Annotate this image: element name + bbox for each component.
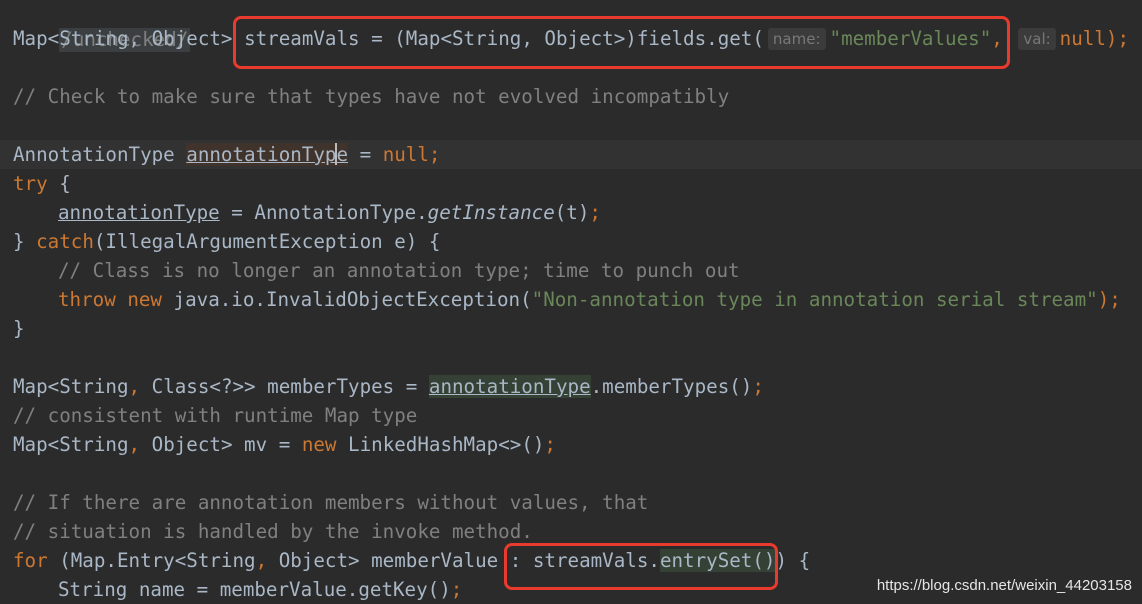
comma: ,	[991, 27, 1003, 50]
statement-text: String name = memberValue.getKey()	[58, 578, 451, 601]
method-entry-set[interactable]: entrySet()	[659, 549, 776, 572]
var-annotation-type[interactable]: annotationType	[428, 375, 591, 398]
code-line-tag: /unchecked/	[0, 0, 1142, 52]
semicolon: ;	[752, 375, 764, 398]
keyword-new: new	[127, 288, 162, 311]
string-member-values: "memberValues"	[829, 27, 992, 50]
null-literal: null	[1059, 27, 1106, 50]
code-line-member-types: Map<String, Class<?>> memberTypes = anno…	[0, 372, 1142, 401]
keyword-for: for	[13, 549, 48, 572]
comment-if-there: // If there are annotation members witho…	[13, 491, 649, 514]
comment-situation: // situation is handled by the invoke me…	[13, 520, 533, 543]
code-line-for: for (Map.Entry<String, Object> memberVal…	[0, 546, 1142, 575]
assign-text: = AnnotationType.	[219, 201, 428, 224]
keyword-new: new	[301, 433, 337, 456]
param-hint-name: name:	[767, 28, 826, 50]
args: (t)	[554, 201, 590, 224]
code-line-get-instance: annotationType = AnnotationType.getInsta…	[0, 198, 1142, 227]
type-text: Map<String	[13, 375, 129, 398]
var-annotation-type[interactable]: annotationType	[186, 143, 349, 166]
var-part-a: annotationTyp	[186, 143, 337, 166]
semicolon: ;	[450, 578, 463, 601]
keyword-throw: throw	[58, 288, 116, 311]
for-head: (Map.Entry<String	[47, 549, 256, 572]
var-streamvals: streamVals.	[532, 549, 660, 572]
for-head-2: Object> memberValue :	[267, 549, 533, 572]
for-end: ) {	[775, 549, 811, 572]
string-exception-message: "Non-annotation type in annotation seria…	[531, 288, 1098, 311]
var-part-b: e	[336, 143, 349, 166]
watermark: https://blog.csdn.net/weixin_44203158	[876, 577, 1132, 594]
statement-end: );	[1105, 27, 1129, 50]
keyword-catch: catch	[36, 230, 94, 253]
null-literal: null	[382, 143, 429, 166]
class-linked-hash-map: LinkedHashMap<>()	[336, 433, 545, 456]
method-call: .memberTypes()	[590, 375, 753, 398]
code-editor[interactable]: /unchecked/ Map<String, Object> streamVa…	[0, 0, 1142, 604]
type-text-2: Class<?>> memberTypes =	[140, 375, 429, 398]
code-line-throw: throw new java.io.InvalidObjectException…	[0, 285, 1142, 314]
type-text-2: Object> mv =	[140, 433, 302, 456]
comment-class-no-longer: // Class is no longer an annotation type…	[58, 259, 740, 282]
semicolon: ;	[544, 433, 556, 456]
brace: }	[13, 230, 37, 253]
code-line-mv: Map<String, Object> mv = new LinkedHashM…	[0, 430, 1142, 459]
comment-consistent: // consistent with runtime Map type	[13, 404, 418, 427]
var-streamvals: streamVals	[244, 27, 360, 50]
statement-end: );	[1097, 288, 1121, 311]
comma: ,	[255, 549, 268, 572]
brace: {	[47, 172, 71, 195]
type-text: AnnotationType	[13, 143, 187, 166]
type-text: Map<String	[13, 433, 129, 456]
comma: ,	[128, 433, 141, 456]
code-line-streamvals: Map<String, Object> streamVals = (Map<St…	[0, 24, 1142, 53]
type-text: Map<String, Object>	[13, 27, 233, 50]
keyword-try: try	[13, 172, 48, 195]
comment-check-types: // Check to make sure that types have no…	[13, 85, 730, 108]
code-line-close-brace: }	[13, 317, 25, 340]
comma: ,	[128, 375, 141, 398]
assign-text: = (Map<String, Object>)fields.get(	[359, 27, 764, 50]
semicolon: ;	[428, 143, 441, 166]
code-line-annotation-decl: AnnotationType annotationType = null;	[0, 140, 1142, 169]
semicolon: ;	[589, 201, 601, 224]
var-annotation-type[interactable]: annotationType	[58, 201, 220, 224]
code-line-catch: } catch(IllegalArgumentException e) {	[0, 227, 1142, 256]
method-get-instance[interactable]: getInstance	[428, 201, 555, 224]
code-line-try: try {	[0, 169, 1142, 198]
catch-params: (IllegalArgumentException e) {	[93, 230, 441, 253]
param-hint-val: val:	[1018, 28, 1056, 50]
exception-class: java.io.InvalidObjectException(	[161, 288, 532, 311]
assign-text: =	[348, 143, 383, 166]
